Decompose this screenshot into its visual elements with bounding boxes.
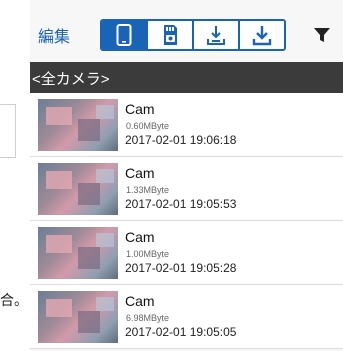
list-item[interactable]: Cam 0.60MByte 2017-02-01 19:06:18 — [30, 93, 343, 157]
edit-button[interactable]: 編集 — [38, 23, 70, 47]
file-name: Cam — [125, 229, 155, 245]
background-text: 合。 — [0, 292, 28, 308]
download-to-device-icon — [207, 26, 225, 45]
sd-card-icon — [164, 25, 177, 45]
storage-segmented-control — [100, 19, 286, 51]
download-segment[interactable] — [238, 21, 284, 49]
phone-segment[interactable] — [102, 21, 146, 49]
file-list: Cam 0.60MByte 2017-02-01 19:06:18 Cam 1.… — [30, 93, 343, 349]
download-to-device-segment[interactable] — [192, 21, 238, 49]
file-date: 2017-02-01 19:05:53 — [125, 197, 237, 211]
file-size: 1.00MByte — [126, 249, 170, 259]
phone-icon — [116, 24, 132, 46]
folder-header[interactable]: <全カメラ> — [30, 62, 343, 93]
file-browser-panel: 編集 <全カメラ> Cam 0.60MByte 2017-02-01 19:06… — [30, 0, 343, 351]
file-size: 0.60MByte — [126, 121, 170, 131]
video-thumbnail — [38, 291, 118, 343]
file-date: 2017-02-01 19:06:18 — [125, 133, 237, 147]
file-name: Cam — [125, 293, 155, 309]
file-name: Cam — [125, 165, 155, 181]
list-item[interactable]: Cam 1.00MByte 2017-02-01 19:05:28 — [30, 221, 343, 285]
download-icon — [252, 26, 272, 46]
background-page: 合。 — [0, 0, 30, 351]
toolbar: 編集 — [30, 0, 343, 62]
list-item[interactable]: Cam 1.33MByte 2017-02-01 19:05:53 — [30, 157, 343, 221]
file-date: 2017-02-01 19:05:28 — [125, 261, 237, 275]
background-box — [0, 104, 16, 158]
list-item[interactable]: Cam 6.98MByte 2017-02-01 19:05:05 — [30, 285, 343, 349]
file-name: Cam — [125, 101, 155, 117]
video-thumbnail — [38, 227, 118, 279]
folder-title: <全カメラ> — [32, 71, 110, 88]
sd-card-segment[interactable] — [146, 21, 192, 49]
filter-icon[interactable] — [312, 25, 332, 45]
video-thumbnail — [38, 99, 118, 151]
video-thumbnail — [38, 163, 118, 215]
file-size: 6.98MByte — [126, 313, 170, 323]
file-date: 2017-02-01 19:05:05 — [125, 325, 237, 339]
file-size: 1.33MByte — [126, 185, 170, 195]
